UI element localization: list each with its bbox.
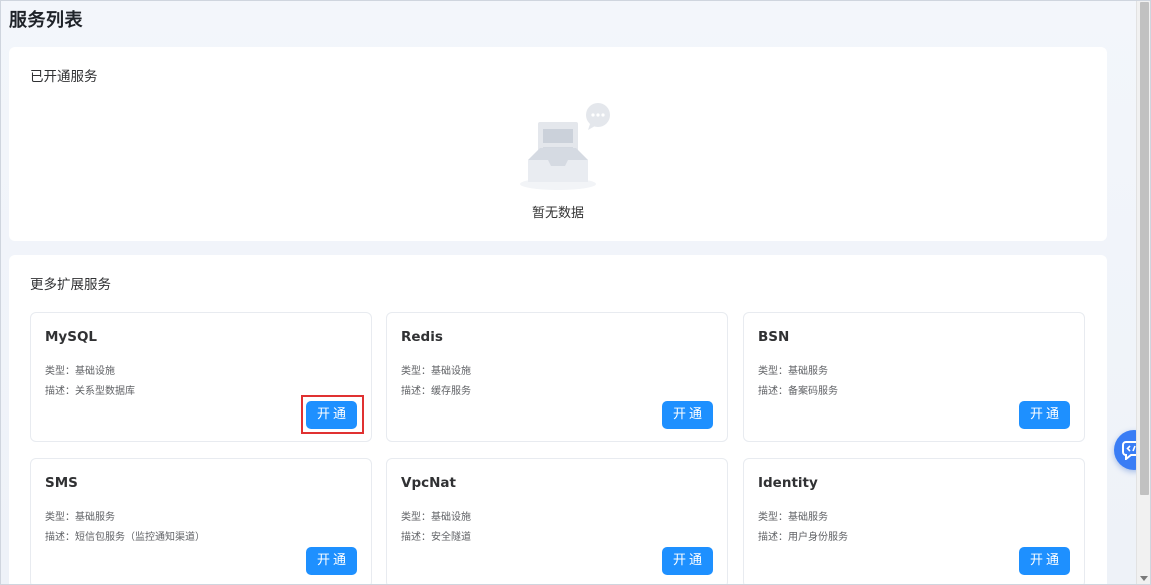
open-mysql-button[interactable]: 开通 xyxy=(306,401,357,429)
service-card-bsn: BSN 类型：基础服务 描述：备案码服务 开通 xyxy=(743,312,1085,442)
service-card-mysql: MySQL 类型：基础设施 描述：关系型数据库 开通 xyxy=(30,312,372,442)
open-sms-button[interactable]: 开通 xyxy=(306,547,357,575)
vertical-scrollbar[interactable] xyxy=(1136,0,1151,585)
service-card-identity: Identity 类型：基础服务 描述：用户身份服务 开通 xyxy=(743,458,1085,585)
service-description: 描述：缓存服务 xyxy=(401,386,471,397)
open-vpcnat-button[interactable]: 开通 xyxy=(662,547,713,575)
empty-inbox-icon xyxy=(520,102,612,194)
service-description: 描述：关系型数据库 xyxy=(45,386,135,397)
scroll-down-arrow-icon[interactable] xyxy=(1140,576,1148,581)
empty-data-text: 暂无数据 xyxy=(531,206,584,221)
service-description: 描述：备案码服务 xyxy=(758,386,838,397)
service-description: 描述：安全隧道 xyxy=(401,532,471,543)
service-type: 类型：基础设施 xyxy=(401,366,471,377)
open-bsn-button[interactable]: 开通 xyxy=(1019,401,1070,429)
service-name: SMS xyxy=(45,475,78,491)
service-type: 类型：基础服务 xyxy=(758,512,828,523)
opened-services-panel: 已开通服务 暂无数据 xyxy=(9,47,1107,241)
page-title: 服务列表 xyxy=(9,10,83,31)
more-services-title: 更多扩展服务 xyxy=(30,277,111,293)
scrollbar-thumb[interactable] xyxy=(1140,2,1149,495)
service-name: Redis xyxy=(401,329,443,345)
opened-services-title: 已开通服务 xyxy=(30,69,98,85)
open-identity-button[interactable]: 开通 xyxy=(1019,547,1070,575)
more-services-panel: 更多扩展服务 MySQL 类型：基础设施 描述：关系型数据库 开通 Redis … xyxy=(9,255,1107,585)
service-type: 类型：基础服务 xyxy=(45,512,115,523)
open-redis-button[interactable]: 开通 xyxy=(662,401,713,429)
service-card-vpcnat: VpcNat 类型：基础设施 描述：安全隧道 开通 xyxy=(386,458,728,585)
service-card-redis: Redis 类型：基础设施 描述：缓存服务 开通 xyxy=(386,312,728,442)
service-name: Identity xyxy=(758,475,818,491)
service-name: VpcNat xyxy=(401,475,456,491)
service-description: 描述：用户身份服务 xyxy=(758,532,848,543)
service-type: 类型：基础设施 xyxy=(45,366,115,377)
service-name: MySQL xyxy=(45,329,98,345)
service-description: 描述：短信包服务（监控通知渠道） xyxy=(45,532,205,543)
service-name: BSN xyxy=(758,329,790,345)
service-card-sms: SMS 类型：基础服务 描述：短信包服务（监控通知渠道） 开通 xyxy=(30,458,372,585)
chat-bubble-icon xyxy=(586,103,610,130)
service-type: 类型：基础设施 xyxy=(401,512,471,523)
service-type: 类型：基础服务 xyxy=(758,366,828,377)
